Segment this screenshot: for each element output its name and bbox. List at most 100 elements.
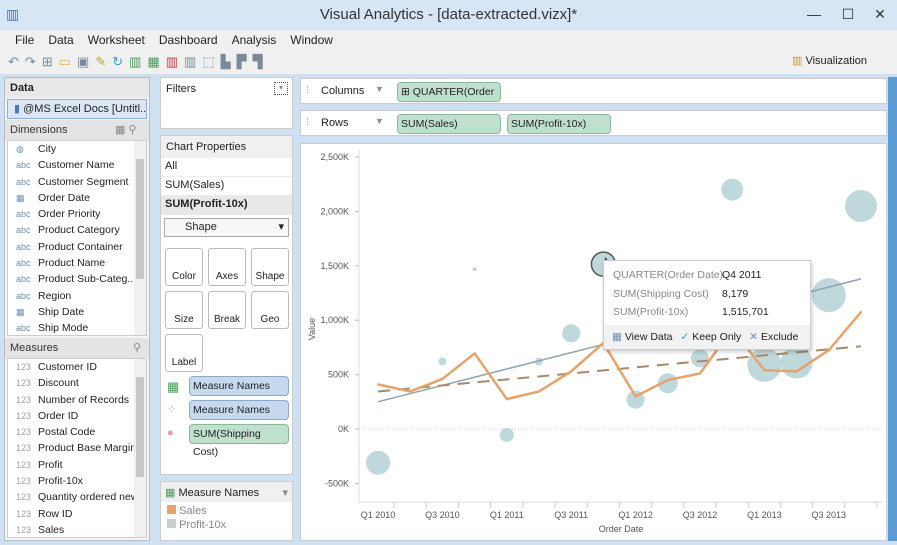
data-source[interactable]: ▮ @MS Excel Docs [Untitl... <box>7 99 147 119</box>
dimension-item[interactable]: abc Product Name <box>8 255 146 271</box>
dimension-item[interactable]: abc Product Container <box>8 239 146 255</box>
measure-item[interactable]: 123 Customer ID <box>8 359 146 375</box>
minimize-button[interactable]: — <box>800 4 828 24</box>
break-card[interactable]: Break <box>208 291 246 329</box>
property-sum-profit[interactable]: SUM(Profit-10x) <box>161 196 292 215</box>
chevron-down-icon[interactable]: ▼ <box>375 116 384 126</box>
menu-dashboard[interactable]: Dashboard <box>152 30 225 50</box>
measure-item[interactable]: 123 Sales <box>8 522 146 537</box>
view-data-button[interactable]: ▦ View Data <box>612 331 673 343</box>
dimension-item[interactable]: abc Product Sub-Categ... <box>8 271 146 287</box>
open-icon[interactable]: ▭ <box>59 54 71 70</box>
measure-item[interactable]: 123 Quantity ordered new <box>8 489 146 505</box>
menu-worksheet[interactable]: Worksheet <box>81 30 152 50</box>
dimension-item[interactable]: ◍ City <box>8 141 146 157</box>
mark-type-select[interactable]: Shape ▾ <box>164 218 289 237</box>
property-all[interactable]: All <box>161 158 292 177</box>
chart-clear-icon[interactable]: ▥ <box>184 54 196 70</box>
columns-shelf[interactable]: ⁞ Columns ▼ ⊞ QUARTER(Order ... <box>300 78 887 116</box>
menu-data[interactable]: Data <box>41 30 80 50</box>
filters-shelf[interactable]: Filters ▾ <box>160 77 293 129</box>
measure-item[interactable]: 123 Row ID <box>8 506 146 522</box>
scrollbar[interactable] <box>134 359 146 537</box>
axes-card[interactable]: Axes <box>208 248 246 286</box>
dropdown-icon[interactable]: ▾ <box>274 82 288 95</box>
property-sum-sales[interactable]: SUM(Sales) <box>161 177 292 196</box>
menu-window[interactable]: Window <box>283 30 340 50</box>
field-label: Customer Name <box>38 159 115 172</box>
measure-item[interactable]: 123 Profit-10x <box>8 473 146 489</box>
refresh-icon[interactable]: ↻ <box>112 54 123 70</box>
bubble-point <box>721 178 744 201</box>
legend-item-profit[interactable]: Profit-10x <box>161 517 292 533</box>
geo-card[interactable]: Geo <box>251 291 289 329</box>
data-panel-title: Data <box>5 78 149 98</box>
format-icon[interactable]: ✎ <box>95 54 106 70</box>
sales-point <box>763 369 766 372</box>
exclude-button[interactable]: ✕ Exclude <box>749 331 798 343</box>
color-card[interactable]: Color <box>165 248 203 286</box>
save-icon[interactable]: ▣ <box>77 54 89 70</box>
sales-point <box>860 311 862 314</box>
tooltip-actions: ▦ View Data ✓ Keep Only ✕ Exclude <box>604 325 810 349</box>
dimension-item[interactable]: ▦ Order Date <box>8 190 146 206</box>
sales-point <box>377 383 379 386</box>
measure-item[interactable]: 123 Order ID <box>8 408 146 424</box>
columns-pill-quarter[interactable]: ⊞ QUARTER(Order ... <box>397 82 501 116</box>
legend-item-sales[interactable]: Sales <box>161 502 292 517</box>
measure-item[interactable]: 123 Discount <box>8 375 146 391</box>
measure-item[interactable]: 123 Profit <box>8 457 146 473</box>
bubble-point <box>438 357 447 366</box>
scrollbar[interactable] <box>134 141 146 335</box>
rows-pill-sales[interactable]: SUM(Sales) <box>397 114 501 134</box>
select-icon[interactable]: ⬚ <box>202 54 214 70</box>
sort-asc-icon[interactable]: ▙ <box>221 54 231 70</box>
mark-type-value: Shape <box>185 221 217 233</box>
search-icon[interactable]: ▦ ⚲ <box>115 120 137 140</box>
field-label: Order ID <box>38 409 79 422</box>
rows-shelf[interactable]: ⁞ Rows ▼ SUM(Sales) SUM(Profit-10x) <box>300 110 887 136</box>
num-icon: 123 <box>16 508 32 519</box>
tooltip-value: Q4 2011 <box>722 269 762 281</box>
sales-point <box>795 370 798 373</box>
menu-analysis[interactable]: Analysis <box>225 30 284 50</box>
chart-remove-icon[interactable]: ▥ <box>166 54 178 70</box>
dimension-item[interactable]: ▦ Ship Date <box>8 304 146 320</box>
sort-icon[interactable]: ▜ <box>253 54 263 70</box>
measure-item[interactable]: 123 Postal Code <box>8 424 146 440</box>
dimension-item[interactable]: abc Customer Name <box>8 157 146 173</box>
measure-item[interactable]: 123 Product Base Margin <box>8 440 146 456</box>
new-icon[interactable]: ⊞ <box>42 54 53 70</box>
keep-only-button[interactable]: ✓ Keep Only <box>681 331 742 343</box>
shape-pill[interactable]: Measure Names <box>189 400 289 420</box>
chart-add-icon[interactable]: ▥ <box>129 54 141 70</box>
dimension-item[interactable]: abc Order Priority <box>8 206 146 222</box>
label-card[interactable]: Label <box>165 334 203 372</box>
color-pill[interactable]: Measure Names <box>189 376 289 396</box>
dimension-item[interactable]: abc Product Category <box>8 222 146 238</box>
maximize-button[interactable]: ☐ <box>834 4 862 24</box>
chevron-down-icon[interactable]: ▾ <box>282 486 288 499</box>
size-pill[interactable]: SUM(Shipping Cost) <box>189 424 289 458</box>
field-label: Profit <box>38 458 63 471</box>
size-card[interactable]: Size <box>165 291 203 329</box>
chevron-down-icon[interactable]: ▼ <box>375 84 384 94</box>
redo-icon[interactable]: ↷ <box>25 54 36 70</box>
undo-icon[interactable]: ↶ <box>8 54 19 70</box>
visualization-button[interactable]: ▥ Visualization <box>792 54 867 67</box>
dimension-item[interactable]: abc Customer Segment <box>8 174 146 190</box>
sort-desc-icon[interactable]: ▛ <box>237 54 247 70</box>
sales-point <box>699 372 701 375</box>
toolbar: ↶ ↷ ⊞ ▭ ▣ ✎ ↻ ▥ ▦ ▥ ▥ ⬚ ▙ ▛ ▜ <box>0 50 897 74</box>
close-button[interactable]: ✕ <box>866 4 894 24</box>
field-label: Row ID <box>38 507 73 520</box>
rows-pill-profit[interactable]: SUM(Profit-10x) <box>507 114 611 134</box>
shape-card[interactable]: Shape <box>251 248 289 286</box>
chart-grid-icon[interactable]: ▦ <box>147 54 159 70</box>
search-icon[interactable]: ⚲ <box>133 338 141 358</box>
field-label: Product Base Margin <box>38 442 137 455</box>
dimension-item[interactable]: abc Region <box>8 288 146 304</box>
menu-file[interactable]: File <box>8 30 41 50</box>
measure-item[interactable]: 123 Number of Records <box>8 392 146 408</box>
dimension-item[interactable]: abc Ship Mode <box>8 320 146 335</box>
